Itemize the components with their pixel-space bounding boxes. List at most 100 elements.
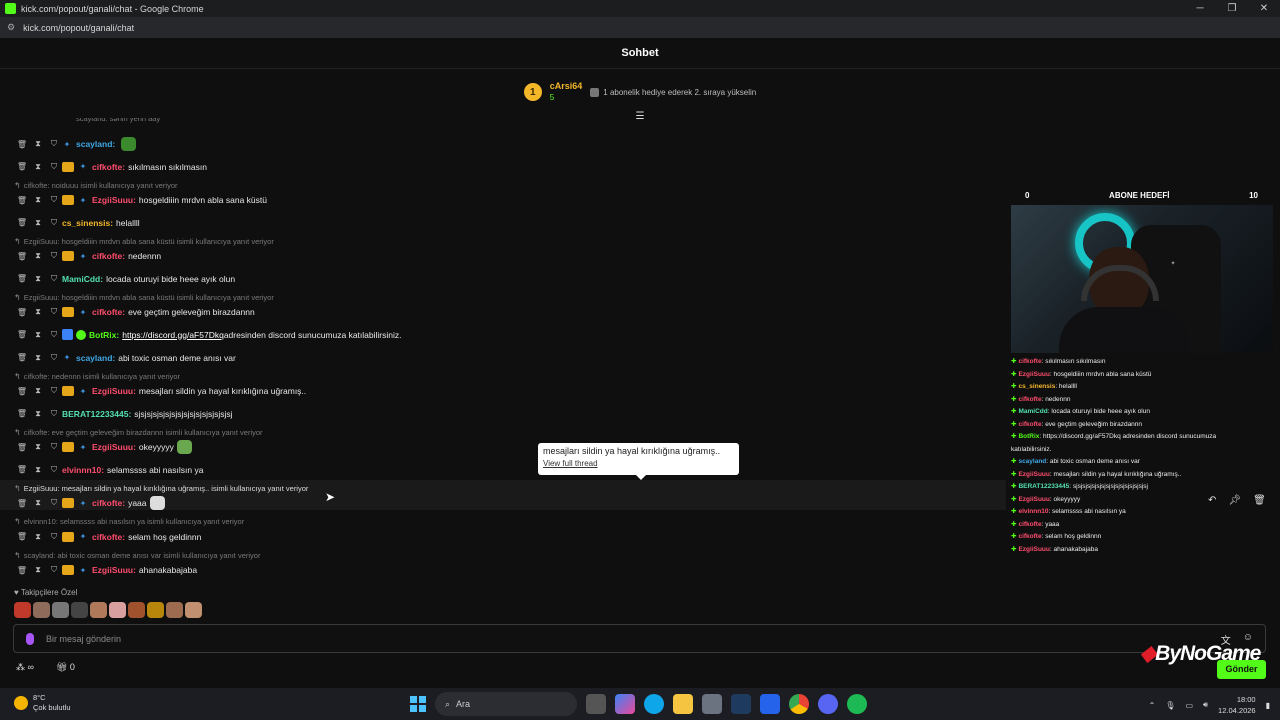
chat-message[interactable]: 🗑︎ ⧗ ⛉ ✦ EzgiiSuuu: hosgeldiiin mrdvn abla sa… [14, 192, 267, 208]
chat-message[interactable]: 🗑︎ ⧗ ⛉ ✦ scayland: [14, 136, 137, 152]
taskbar-search[interactable]: ⌕ Ara [435, 692, 577, 716]
weather-widget[interactable]: 8°C Çok bulutlu [14, 693, 71, 713]
username[interactable]: MamiCdd: [62, 274, 103, 284]
ban-shield-icon[interactable]: ⛉ [46, 139, 62, 149]
message-input[interactable]: Bir mesaj gönderin 文 ☺ [13, 624, 1266, 653]
chat-message[interactable]: 🗑︎ ⧗ ⛉ cs_sinensis: helallll [14, 215, 140, 231]
points-icon[interactable]: ⁂ ∞ [16, 662, 34, 673]
chat-message[interactable]: 🗑︎ ⧗ ⛉ ✦ cifkofte: selam hoş geldinnn [14, 529, 201, 545]
send-button[interactable]: Gönder [1217, 660, 1266, 679]
timeout-icon[interactable]: ⧗ [30, 465, 46, 475]
notifications-icon[interactable]: ▮ [1266, 701, 1270, 710]
timeout-icon[interactable]: ⧗ [30, 251, 46, 261]
url-text[interactable]: kick.com/popout/ganali/chat [23, 23, 134, 33]
delete-message-icon[interactable]: 🗑︎ [14, 140, 30, 149]
timeout-icon[interactable]: ⧗ [30, 442, 46, 452]
ban-shield-icon[interactable]: ⛉ [46, 251, 62, 261]
emote-5[interactable] [90, 602, 107, 618]
chat-message[interactable]: 🗑︎ ⧗ ⛉ BotRix: https://discord.gg/aF57Dkq ad… [14, 327, 401, 343]
username[interactable]: scayland: [76, 353, 115, 363]
microphone-icon[interactable]: 🎙︎ [1165, 701, 1175, 710]
delete-message-icon[interactable]: 🗑︎ [14, 532, 30, 541]
username[interactable]: BERAT12233445: [62, 409, 131, 419]
delete-message-icon[interactable]: 🗑︎ [14, 499, 30, 508]
username[interactable]: cs_sinensis: [62, 218, 113, 228]
top-gifter[interactable]: cArsi64 5 [550, 80, 583, 104]
username[interactable]: elvinnn10: [62, 465, 104, 475]
chrome-icon[interactable] [789, 694, 809, 714]
mic-icon[interactable] [26, 632, 34, 645]
timeout-icon[interactable]: ⧗ [30, 386, 46, 396]
minimize-icon[interactable]: ─ [1184, 0, 1216, 17]
discord-link[interactable]: https://discord.gg/aF57Dkq [122, 330, 224, 340]
username[interactable]: EzgiiSuuu: [92, 195, 136, 205]
delete-message-icon[interactable]: 🗑︎ [14, 218, 30, 227]
emote-2[interactable] [33, 602, 50, 618]
discord-icon[interactable] [818, 694, 838, 714]
username[interactable]: cifkofte: [92, 251, 125, 261]
timeout-icon[interactable]: ⧗ [30, 353, 46, 363]
timeout-icon[interactable]: ⧗ [30, 498, 46, 508]
emote-7[interactable] [128, 602, 145, 618]
volume-icon[interactable]: 🔊︎ [1203, 700, 1208, 710]
spotify-icon[interactable] [847, 694, 867, 714]
chat-message[interactable]: 🗑︎ ⧗ ⛉ ✦ EzgiiSuuu: okeyyyyy [14, 439, 192, 455]
timeout-icon[interactable]: ⧗ [30, 565, 46, 575]
username[interactable]: EzgiiSuuu: [92, 386, 136, 396]
ban-shield-icon[interactable]: ⛉ [46, 386, 62, 396]
chat-message[interactable]: 🗑︎ ⧗ ⛉ BERAT12233445: sjsjsjsjsjsjsjsjsjsjsj… [14, 406, 233, 422]
chat-message[interactable]: 🗑︎ ⧗ ⛉ ✦ cifkofte: nedennn [14, 248, 161, 264]
chat-message[interactable]: 🗑︎ ⧗ ⛉ ✦ cifkofte: eve geçtim geleveğim biraz… [14, 304, 255, 320]
delete-message-icon[interactable]: 🗑︎ [14, 387, 30, 396]
site-info-icon[interactable]: ⚙ [7, 22, 15, 33]
username[interactable]: EzgiiSuuu: [92, 565, 136, 575]
emote-3[interactable] [52, 602, 69, 618]
emote-4[interactable] [71, 602, 88, 618]
store-icon[interactable] [702, 694, 722, 714]
delete-message-icon[interactable]: 🗑︎ [14, 409, 30, 418]
delete-message-icon[interactable]: 🗑︎ [14, 443, 30, 452]
chat-message[interactable]: 🗑︎ ⧗ ⛉ ✦ EzgiiSuuu: mesajları sildin ya hayal… [14, 383, 306, 399]
windows-start-icon[interactable] [410, 696, 426, 712]
delete-message-icon[interactable]: 🗑︎ [14, 465, 30, 474]
timeout-icon[interactable]: ⧗ [30, 139, 46, 149]
ban-shield-icon[interactable]: ⛉ [46, 274, 62, 284]
mail-icon[interactable] [760, 694, 780, 714]
emote-10[interactable] [185, 602, 202, 618]
timeout-icon[interactable]: ⧗ [30, 409, 46, 419]
ban-shield-icon[interactable]: ⛉ [46, 162, 62, 172]
pin-icon[interactable]: 📌︎ [1228, 495, 1241, 506]
timeout-icon[interactable]: ⧗ [30, 307, 46, 317]
username[interactable]: cifkofte: [92, 498, 125, 508]
ban-shield-icon[interactable]: ⛉ [46, 330, 62, 340]
emote-1[interactable] [14, 602, 31, 618]
username[interactable]: EzgiiSuuu: [92, 442, 136, 452]
timeout-icon[interactable]: ⧗ [30, 274, 46, 284]
chat-message[interactable]: 🗑︎ ⧗ ⛉ ✦ cifkofte: yaaa [14, 495, 165, 511]
delete-message-icon[interactable]: 🗑︎ [14, 308, 30, 317]
username[interactable]: cifkofte: [92, 307, 125, 317]
username[interactable]: BotRix: [89, 330, 119, 340]
ban-shield-icon[interactable]: ⛉ [46, 218, 62, 228]
chat-message[interactable]: 🗑︎ ⧗ ⛉ MamiCdd: locada oturuyi bide heee ayı… [14, 271, 235, 287]
copilot-icon[interactable] [615, 694, 635, 714]
emote-9[interactable] [166, 602, 183, 618]
delete-message-icon[interactable]: 🗑︎ [14, 566, 30, 575]
view-full-thread-link[interactable]: View full thread [543, 459, 734, 468]
ban-shield-icon[interactable]: ⛉ [46, 532, 62, 542]
chat-message[interactable]: 🗑︎ ⧗ ⛉ ✦ scayland: abi toxic osman deme anısı… [14, 350, 236, 366]
reply-icon[interactable]: ↶ [1208, 495, 1216, 506]
ban-shield-icon[interactable]: ⛉ [46, 442, 62, 452]
username[interactable]: cifkofte: [92, 162, 125, 172]
timeout-icon[interactable]: ⧗ [30, 195, 46, 205]
delete-message-icon[interactable]: 🗑︎ [14, 252, 30, 261]
delete-message-icon[interactable]: 🗑︎ [14, 330, 30, 339]
timeout-icon[interactable]: ⧗ [30, 532, 46, 542]
clock[interactable]: 18:00 12.04.2026 [1218, 694, 1256, 716]
timeout-icon[interactable]: ⧗ [30, 218, 46, 228]
ban-shield-icon[interactable]: ⛉ [46, 307, 62, 317]
timeout-icon[interactable]: ⧗ [30, 162, 46, 172]
close-icon[interactable]: ✕ [1248, 0, 1280, 17]
delete-message-icon[interactable]: 🗑︎ [14, 353, 30, 362]
ban-shield-icon[interactable]: ⛉ [46, 353, 62, 363]
